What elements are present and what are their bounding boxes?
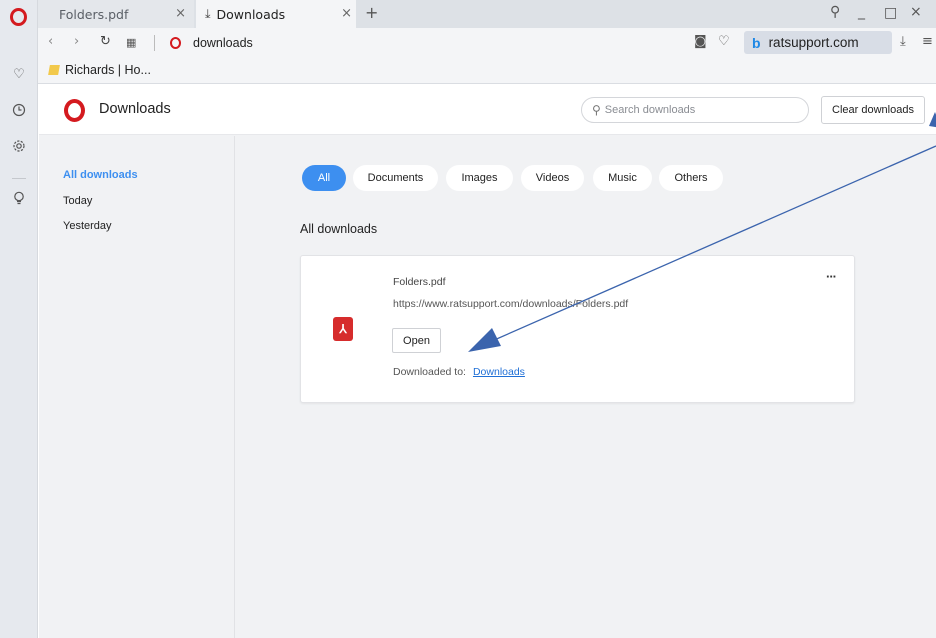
bookmarks-bar: Richards | Ho...: [38, 58, 936, 84]
back-icon[interactable]: ‹: [48, 34, 53, 49]
snapshot-icon[interactable]: ◙: [694, 34, 707, 49]
close-tab-icon[interactable]: ×: [175, 6, 186, 21]
site-pill-label: ratsupport.com: [768, 35, 859, 50]
tab-label: Folders.pdf: [59, 6, 129, 22]
search-input[interactable]: [604, 104, 795, 116]
history-icon[interactable]: [9, 100, 29, 120]
rail-divider: [12, 178, 26, 179]
tab-strip: Folders.pdf × ⤓ Downloads × + ⚲ _ □ ×: [38, 0, 936, 28]
bookmark-label: Richards | Ho...: [65, 63, 151, 77]
opera-logo-icon: [64, 99, 85, 122]
bookmark-heart-icon[interactable]: ♡: [718, 34, 730, 49]
filter-music[interactable]: Music: [593, 165, 652, 191]
address-bar-row: ‹ › ↻ ▦ downloads ◙ ♡ b ratsupport.com ⤓…: [38, 28, 936, 58]
opera-logo-icon[interactable]: [10, 8, 27, 26]
filter-all[interactable]: All: [302, 165, 346, 191]
download-item-card: ⅄ Folders.pdf https://www.ratsupport.com…: [300, 255, 855, 403]
filter-images[interactable]: Images: [446, 165, 513, 191]
tab-search-icon[interactable]: ⚲: [830, 4, 840, 20]
settings-icon[interactable]: [9, 136, 29, 156]
address-divider: [154, 35, 155, 51]
more-options-icon[interactable]: ···: [826, 269, 837, 284]
page-header: Downloads ⚲ Clear downloads: [39, 85, 936, 135]
downloads-icon[interactable]: ⤓: [900, 34, 906, 49]
bulb-icon[interactable]: [9, 188, 29, 208]
download-url[interactable]: https://www.ratsupport.com/downloads/Fol…: [393, 298, 628, 310]
sidebar-item-yesterday[interactable]: Yesterday: [63, 220, 112, 232]
forward-icon[interactable]: ›: [74, 34, 79, 49]
search-box[interactable]: ⚲: [581, 97, 809, 123]
downloads-page: Downloads ⚲ Clear downloads All download…: [39, 85, 936, 638]
page-title: Downloads: [99, 101, 171, 117]
tab-downloads[interactable]: ⤓ Downloads ×: [196, 0, 356, 28]
opera-page-icon: [170, 37, 181, 49]
tab-label: Downloads: [216, 6, 286, 22]
tab-folders-pdf[interactable]: Folders.pdf ×: [38, 0, 194, 28]
downloads-sidebar: All downloads Today Yesterday: [39, 136, 235, 638]
speed-dial-icon[interactable]: ▦: [126, 36, 136, 49]
sidebar-item-all-downloads[interactable]: All downloads: [63, 169, 138, 181]
heart-icon[interactable]: ♡: [9, 64, 29, 84]
sidebar-rail: ♡: [0, 0, 38, 638]
filter-others[interactable]: Others: [659, 165, 723, 191]
filter-videos[interactable]: Videos: [521, 165, 584, 191]
clear-downloads-button[interactable]: Clear downloads: [821, 96, 925, 124]
site-pill[interactable]: b ratsupport.com: [744, 31, 892, 54]
filter-documents[interactable]: Documents: [353, 165, 438, 191]
downloaded-to-label: Downloaded to:: [393, 366, 466, 378]
downloaded-to: Downloaded to: Downloads: [393, 366, 525, 378]
bookmark-favicon-icon: [48, 65, 60, 75]
easy-setup-icon[interactable]: ≡: [922, 34, 933, 49]
open-button[interactable]: Open: [392, 328, 441, 353]
minimize-icon[interactable]: _: [858, 4, 865, 20]
reload-icon[interactable]: ↻: [100, 34, 111, 49]
bookmark-item[interactable]: Richards | Ho...: [48, 63, 151, 77]
downloads-content: All Documents Images Videos Music Others…: [236, 136, 936, 638]
close-window-icon[interactable]: ×: [910, 4, 922, 20]
download-filename[interactable]: Folders.pdf: [393, 276, 446, 288]
pdf-icon: ⅄: [333, 317, 353, 341]
address-field[interactable]: downloads: [193, 36, 253, 50]
downloads-folder-link[interactable]: Downloads: [473, 366, 525, 378]
bing-icon: b: [752, 34, 761, 51]
download-icon: ⤓: [205, 6, 211, 21]
search-icon: ⚲: [592, 103, 601, 117]
new-tab-button[interactable]: +: [365, 3, 378, 22]
maximize-icon[interactable]: □: [884, 5, 897, 21]
close-tab-icon[interactable]: ×: [341, 6, 352, 21]
section-title: All downloads: [300, 222, 378, 236]
sidebar-item-today[interactable]: Today: [63, 195, 92, 207]
